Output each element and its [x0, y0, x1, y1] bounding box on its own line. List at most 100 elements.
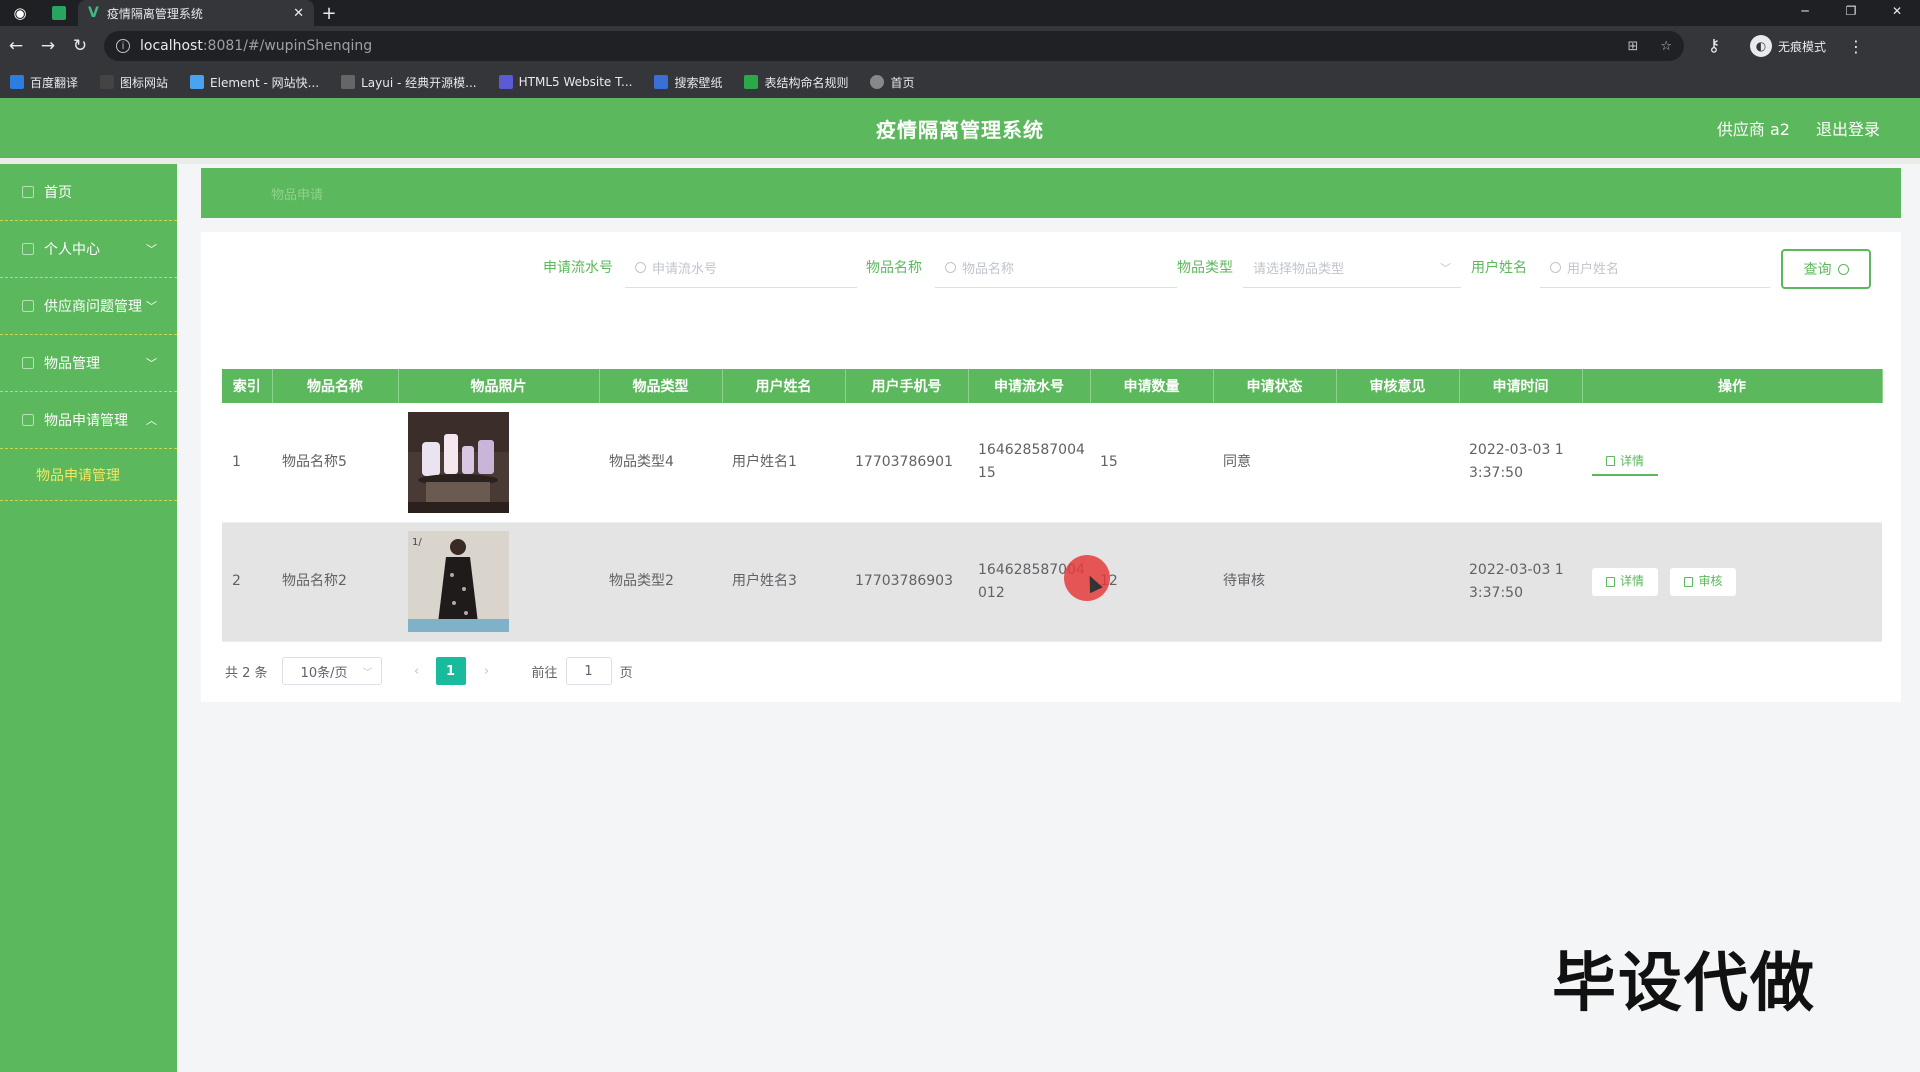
minimize-icon[interactable]: ─	[1782, 0, 1828, 22]
bookmark-label: Element - 网站快...	[210, 75, 320, 90]
bookmark-label: Layui - 经典开源模...	[361, 75, 477, 90]
close-window-icon[interactable]: ✕	[1874, 0, 1920, 22]
detail-button-label: 详情	[1620, 574, 1645, 588]
sidebar-item-goods-application[interactable]: 物品申请管理 ︿	[0, 392, 177, 449]
query-button-label: 查询	[1803, 262, 1832, 278]
column-header: 申请时间	[1459, 369, 1583, 403]
bookmark-icon	[654, 75, 669, 89]
search-icon	[635, 262, 646, 273]
more-menu-icon[interactable]: ⋮	[1848, 37, 1864, 56]
browser-menu-icon[interactable]: ◉	[0, 0, 40, 26]
cell-opinion	[1336, 522, 1459, 642]
cell-user-name: 用户姓名3	[722, 522, 845, 642]
goods-photo[interactable]: 1/	[408, 531, 509, 632]
key-icon[interactable]: ⚷	[1698, 36, 1730, 56]
next-page-button[interactable]: ›	[472, 657, 502, 685]
translate-icon[interactable]: ⊞	[1627, 39, 1638, 54]
cell-phone: 17703786903	[845, 522, 968, 642]
sidebar-item-home[interactable]: 首页	[0, 164, 177, 221]
reload-icon[interactable]: ↻	[64, 36, 96, 56]
bookmark-item[interactable]: 图标网站	[100, 74, 168, 91]
cell-status: 待审核	[1213, 522, 1336, 642]
submenu-label: 物品申请管理	[36, 467, 120, 484]
forward-icon[interactable]: →	[32, 36, 64, 56]
detail-button-label: 详情	[1620, 453, 1645, 468]
goods-name-search-input[interactable]: 物品名称	[935, 248, 1177, 288]
review-button[interactable]: 审核	[1670, 567, 1737, 596]
breadcrumb-current: 物品申请	[271, 187, 324, 203]
goods-type-select[interactable]: 请选择物品类型 ﹀	[1243, 248, 1461, 288]
url-input[interactable]: i localhost:8081/#/wupinShenqing ⊞ ☆	[104, 31, 1684, 61]
detail-button[interactable]: 详情	[1592, 448, 1659, 477]
bookmark-item[interactable]: 表结构命名规则	[744, 74, 848, 91]
menu-icon	[22, 300, 34, 312]
cell-time: 2022-03-03 1 3:37:50	[1459, 522, 1582, 642]
incognito-profile[interactable]: ◐ 无痕模式	[1750, 35, 1826, 57]
submenu-goods-application[interactable]: 物品申请管理	[0, 449, 177, 501]
serial-search-input[interactable]: 申请流水号	[625, 248, 857, 288]
serial-line-2: 012	[978, 584, 1005, 601]
serial-label: 申请流水号	[543, 260, 613, 276]
column-header: 申请状态	[1213, 369, 1337, 403]
site-info-icon[interactable]: i	[116, 39, 130, 53]
detail-button[interactable]: 详情	[1592, 567, 1659, 596]
back-icon[interactable]: ←	[0, 36, 32, 56]
chevron-down-icon: ﹀	[362, 667, 373, 679]
column-header: 用户手机号	[845, 369, 969, 403]
goods-photo[interactable]	[408, 411, 509, 513]
browser-tab-bar: ◉ V 疫情隔离管理系统 ✕ + ─ ❐ ✕	[0, 0, 1920, 26]
pinned-tab[interactable]	[40, 0, 78, 26]
app-header: 疫情隔离管理系统 供应商 a2 退出登录	[0, 98, 1920, 158]
sidebar-item-supplier-issues[interactable]: 供应商问题管理 ﹀	[0, 278, 177, 335]
bookmark-item[interactable]: HTML5 Website T...	[498, 75, 632, 89]
svg-text:1/: 1/	[412, 537, 422, 548]
sidebar-item-label: 物品申请管理	[44, 413, 128, 429]
cell-status: 同意	[1213, 403, 1336, 523]
chevron-down-icon: ﹀	[1440, 261, 1451, 275]
column-header: 索引	[222, 369, 273, 403]
document-icon	[1606, 576, 1615, 587]
chevron-down-icon: ﹀	[146, 300, 157, 313]
sidebar-item-label: 物品管理	[44, 356, 100, 372]
goods-name-label: 物品名称	[866, 260, 922, 276]
browser-tab-active[interactable]: V 疫情隔离管理系统 ✕	[78, 0, 314, 26]
bookmark-item[interactable]: 搜索壁纸	[654, 74, 722, 91]
bookmark-star-icon[interactable]: ☆	[1660, 39, 1672, 54]
main-panel: 申请流水号 申请流水号 物品名称 物品名称 物品类型 请选择物品类型 ﹀ 用户姓…	[201, 232, 1901, 702]
column-header: 用户姓名	[722, 369, 846, 403]
bookmark-item[interactable]: 首页	[870, 74, 915, 91]
close-tab-icon[interactable]: ✕	[293, 6, 304, 21]
user-name-label: 用户姓名	[1471, 260, 1527, 276]
bookmark-item[interactable]: Layui - 经典开源模...	[341, 74, 477, 91]
sidebar-item-profile[interactable]: 个人中心 ﹀	[0, 221, 177, 278]
pinned-tab-icon	[52, 6, 66, 20]
bookmark-label: 图标网站	[120, 75, 169, 90]
globe-icon	[870, 75, 885, 89]
column-header: 审核意见	[1336, 369, 1460, 403]
tab-title: 疫情隔离管理系统	[106, 6, 203, 21]
logout-link[interactable]: 退出登录	[1816, 116, 1880, 140]
prev-page-button[interactable]: ‹	[402, 657, 432, 685]
search-icon	[945, 262, 956, 273]
new-tab-button[interactable]: +	[314, 0, 344, 26]
bookmark-icon	[341, 75, 356, 89]
bookmark-item[interactable]: Element - 网站快...	[190, 74, 319, 91]
sidebar-item-goods[interactable]: 物品管理 ﹀	[0, 335, 177, 392]
user-name-search-input[interactable]: 用户姓名	[1540, 248, 1770, 288]
query-button[interactable]: 查询	[1781, 249, 1871, 289]
cell-index: 2	[222, 522, 272, 642]
table-row[interactable]: 1 物品名称5 物品类型4 用户姓名1 17703786901 16462858…	[222, 403, 1882, 523]
cell-time: 2022-03-03 1 3:37:50	[1459, 403, 1582, 523]
page-size-select[interactable]: 10条/页 ﹀	[281, 657, 382, 685]
breadcrumb: 物品申请	[201, 168, 1901, 218]
time-line-1: 2022-03-03 1	[1469, 561, 1564, 578]
page-number-current[interactable]: 1	[435, 657, 466, 685]
vue-icon: V	[88, 5, 99, 21]
bookmark-icon	[190, 75, 205, 89]
goto-page-input[interactable]: 1	[565, 657, 612, 685]
bookmark-item[interactable]: 百度翻译	[10, 74, 78, 91]
chevron-down-icon: ﹀	[146, 243, 157, 256]
restore-icon[interactable]: ❐	[1828, 0, 1874, 22]
home-icon	[22, 186, 34, 198]
table-row[interactable]: 2 物品名称2 1/ 物品类型2 用户姓名3 17703786903 16462…	[222, 522, 1882, 642]
